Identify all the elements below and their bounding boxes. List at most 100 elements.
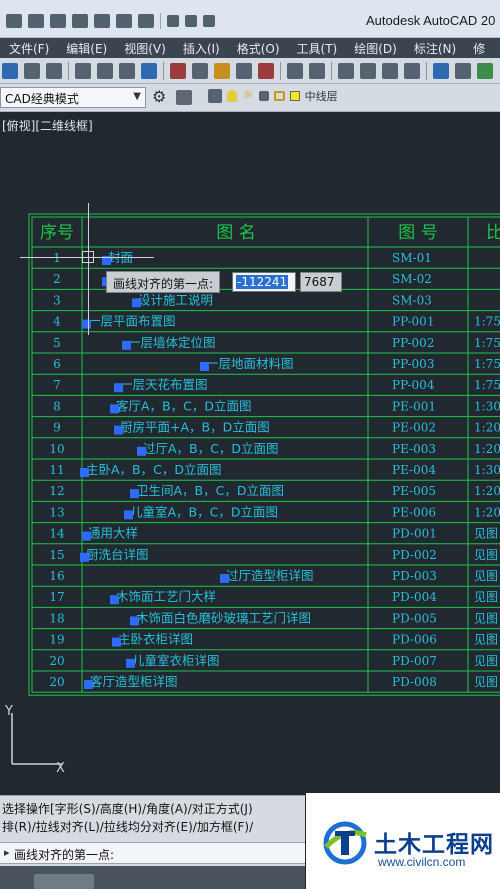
selection-grip[interactable] — [126, 658, 135, 668]
selection-grip[interactable] — [220, 574, 229, 583]
viewport-label[interactable]: [俯视][二维线框] — [2, 117, 93, 134]
workspace-select[interactable]: CAD经典模式 ▼ — [0, 87, 146, 108]
save-icon[interactable] — [46, 62, 62, 79]
menu-view[interactable]: 视图(V) — [115, 40, 174, 57]
plot-icon[interactable] — [75, 62, 91, 79]
menu-modify[interactable]: 修 — [464, 40, 493, 57]
table-cell-no: PD-004 — [392, 590, 437, 604]
new-file-icon[interactable] — [28, 14, 44, 28]
save-icon[interactable] — [72, 14, 88, 28]
block-editor-icon[interactable] — [258, 62, 274, 79]
open-folder-icon[interactable] — [50, 14, 66, 28]
table-cell-name[interactable]: 厨洗台详图 — [86, 547, 149, 562]
table-cell-name[interactable]: 一层墙体定位图 — [128, 335, 216, 350]
table-cell-name[interactable]: 主卧衣柜详图 — [118, 632, 193, 647]
selection-grip[interactable] — [110, 595, 119, 605]
open-icon[interactable] — [24, 62, 40, 79]
table-cell-name[interactable]: 儿童室衣柜详图 — [132, 653, 220, 668]
selection-grip[interactable] — [84, 680, 93, 689]
table-cell-name[interactable]: 儿童室A，B，C，D立面图 — [130, 504, 278, 519]
undo-icon[interactable] — [167, 15, 179, 27]
menu-insert[interactable]: 插入(I) — [174, 40, 228, 57]
3d-dwf-icon[interactable] — [141, 62, 157, 79]
redo-icon[interactable] — [185, 15, 197, 27]
zoom-window-icon[interactable] — [382, 62, 398, 79]
selection-grip[interactable] — [110, 404, 119, 414]
selection-grip[interactable] — [80, 552, 89, 562]
save-as-icon[interactable] — [94, 14, 110, 28]
selection-grip[interactable] — [114, 425, 123, 435]
table-cell-name[interactable]: 一层平面布置图 — [88, 314, 176, 329]
redo-icon[interactable] — [309, 62, 325, 79]
workspace-settings-icon[interactable] — [176, 90, 192, 105]
menu-format[interactable]: 格式(O) — [228, 40, 288, 57]
selection-grip[interactable] — [80, 468, 89, 477]
table-header-extra: 比 — [486, 223, 500, 243]
command-dropdown-icon[interactable]: ▸ — [4, 846, 10, 859]
gear-icon[interactable]: ⚙ — [152, 89, 166, 105]
copy-icon[interactable] — [192, 62, 208, 79]
layer-properties-icon[interactable] — [208, 89, 222, 103]
table-cell-name[interactable]: 卫生间A，B，C，D立面图 — [136, 483, 284, 498]
selection-grip[interactable] — [82, 319, 91, 329]
table-cell-name[interactable]: 过厅造型柜详图 — [226, 568, 314, 583]
table-cell-name[interactable]: 通用大样 — [88, 526, 138, 541]
menu-tools[interactable]: 工具(T) — [288, 40, 346, 57]
selection-grip[interactable] — [82, 531, 91, 541]
match-properties-icon[interactable] — [236, 62, 252, 79]
sun-icon[interactable]: ☼ — [242, 89, 254, 103]
table-cell-name[interactable]: 一层天花布置图 — [120, 377, 208, 392]
publish-icon[interactable] — [116, 14, 132, 28]
selection-grip[interactable] — [130, 616, 139, 626]
tool-palettes-icon[interactable] — [477, 62, 493, 79]
layer-control[interactable]: ☼ 中线层 — [208, 88, 338, 104]
menu-draw[interactable]: 绘图(D) — [345, 40, 405, 57]
layout-tab[interactable] — [34, 874, 94, 889]
menu-file[interactable]: 文件(F) — [0, 40, 57, 57]
table-cell-name[interactable]: 一层地面材料图 — [206, 356, 294, 371]
app-menu-icon[interactable] — [6, 14, 22, 28]
lightbulb-icon[interactable] — [227, 90, 237, 102]
selection-grip[interactable] — [122, 340, 131, 350]
table-cell-name[interactable]: 过厅A，B，C，D立面图 — [143, 441, 278, 456]
properties-icon[interactable] — [433, 62, 449, 79]
drawing-canvas[interactable]: 序号图 名图 号比 1 封面 SM-01 2 SM-02 3 设计施工说明 SM-03 4 一层平面… — [0, 135, 500, 795]
table-cell-name[interactable]: 木饰面工艺门大样 — [116, 589, 216, 604]
zoom-previous-icon[interactable] — [404, 62, 420, 79]
watermark-logo: 土木工程网 www.civilcn.com — [306, 793, 500, 889]
table-cell-name[interactable]: 客厅造型柜详图 — [90, 674, 178, 689]
customize-dropdown-icon[interactable] — [203, 15, 215, 27]
table-cell-name[interactable]: 主卧A，B，C，D立面图 — [86, 462, 221, 477]
selection-grip[interactable] — [137, 446, 146, 456]
print-icon[interactable] — [138, 14, 154, 28]
table-cell-extra: 见图 — [474, 590, 498, 604]
table-cell-extra: 见图 — [474, 633, 498, 647]
selection-grip[interactable] — [124, 510, 133, 520]
design-center-icon[interactable] — [455, 62, 471, 79]
table-cell-name[interactable]: 木饰面白色磨砂玻璃工艺门详图 — [136, 610, 311, 625]
undo-icon[interactable] — [287, 62, 303, 79]
cut-icon[interactable] — [170, 62, 186, 79]
menu-edit[interactable]: 编辑(E) — [57, 40, 115, 57]
pan-icon[interactable] — [338, 62, 354, 79]
dynamic-input-x[interactable]: -112241 — [232, 272, 296, 292]
viewport-freeze-icon[interactable] — [258, 91, 269, 101]
table-cell-name[interactable]: 设计施工说明 — [138, 292, 213, 307]
paste-icon[interactable] — [214, 62, 230, 79]
plot-preview-icon[interactable] — [97, 62, 113, 79]
menu-dimension[interactable]: 标注(N) — [405, 40, 464, 57]
selection-grip[interactable] — [130, 489, 139, 499]
selection-grip[interactable] — [200, 362, 209, 371]
dynamic-input-y[interactable]: 7687 — [300, 272, 342, 292]
selection-grip[interactable] — [114, 383, 123, 393]
lock-icon[interactable] — [273, 91, 285, 101]
new-drawing-icon[interactable] — [2, 62, 18, 79]
selection-grip[interactable] — [132, 298, 141, 308]
command-input[interactable]: ▸ 画线对齐的第一点: — [0, 842, 305, 864]
selection-grip[interactable] — [112, 637, 121, 647]
table-cell-name[interactable]: 厨房平面+A，B，D立面图 — [120, 420, 270, 435]
zoom-realtime-icon[interactable] — [360, 62, 376, 79]
table-cell-name[interactable]: 客厅A，B，C，D立面图 — [116, 398, 251, 413]
publish-icon[interactable] — [119, 62, 135, 79]
table-cell-seq: 17 — [49, 590, 64, 604]
